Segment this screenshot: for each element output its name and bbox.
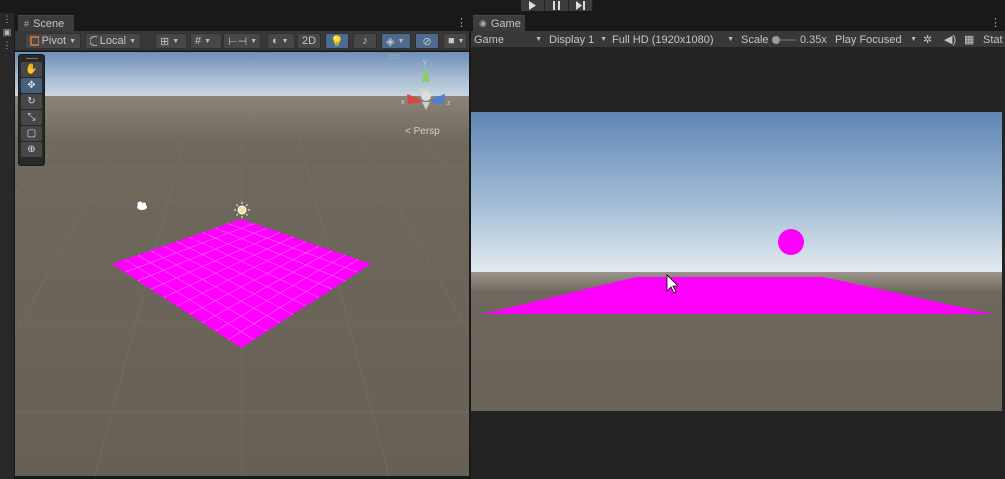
step-button[interactable] [569, 0, 593, 11]
scene-tools-overlay: ✋ ✥ ↻ ⤡ ▢ ⊕ [18, 54, 45, 166]
scale-label: Scale [741, 33, 769, 46]
rotate-tool-button[interactable]: ↻ [21, 94, 42, 109]
gizmo-x-label: x [401, 99, 405, 106]
layers-icon: ◈ [386, 35, 395, 48]
scale-tool-button[interactable]: ⤡ [21, 110, 42, 125]
play-icon [529, 1, 536, 10]
grid-icon: # [24, 18, 30, 29]
mode-2d-button[interactable]: 2D [297, 33, 321, 49]
tab-scene[interactable]: # Scene [18, 15, 74, 31]
scene-render: y x z [15, 52, 469, 476]
gamepad-icon: ◉ [479, 18, 487, 28]
audio-toggle[interactable]: ♪ [353, 33, 377, 49]
keyboard-icon[interactable]: ▦ [964, 32, 974, 47]
kebab-icon[interactable]: ⋮ [0, 13, 14, 26]
game-mode-dropdown[interactable]: Game ▼ [474, 32, 542, 47]
local-dropdown[interactable]: Local ▼ [85, 33, 141, 49]
visibility-toggle[interactable]: ⊘ [415, 33, 439, 49]
tab-game-label: Game [490, 17, 521, 30]
game-toolbar: Game ▼ Display 1 ▼ Full HD (1920x1080) ▼ Sc… [471, 31, 1005, 47]
tools-drag-handle[interactable] [19, 55, 44, 61]
hand-tool-button[interactable]: ✋ [21, 62, 42, 77]
cube-icon [90, 36, 97, 46]
pause-button[interactable] [545, 0, 569, 11]
display-dropdown[interactable]: Display 1 ▼ [549, 32, 607, 47]
lightbulb-icon: 💡 [330, 35, 344, 48]
pivot-label: Pivot [41, 35, 67, 47]
game-render [471, 112, 1002, 411]
local-label: Local [99, 35, 127, 47]
snap-icon: ⊢⊣ [228, 35, 248, 48]
left-dock-strip: ⋮ ▣ ⋮ [0, 13, 14, 479]
camera-dropdown[interactable]: ■ ▼ [443, 33, 467, 49]
window-icon[interactable]: ▣ [0, 26, 14, 39]
scale-slider-thumb[interactable] [772, 35, 780, 44]
play-controls [521, 0, 593, 11]
game-sky [471, 112, 1002, 277]
grid-snap-button[interactable]: ⊞ ▼ [155, 33, 187, 49]
scene-menu-icon[interactable]: ⋮ [456, 16, 467, 29]
stats-button[interactable]: Stat [983, 32, 1003, 47]
scene-viewport[interactable]: y x z [15, 52, 469, 476]
move-tool-button[interactable]: ✥ [21, 78, 42, 93]
play-button[interactable] [521, 0, 545, 11]
increment-snap-button[interactable]: # ▼ [190, 33, 222, 49]
mode-2d-label: 2D [301, 35, 317, 47]
step-icon [576, 1, 585, 10]
scene-tab-bar: # Scene [15, 13, 469, 31]
tab-game[interactable]: ◉ Game [473, 15, 525, 31]
display-label: Display 1 [549, 33, 595, 46]
game-menu-icon[interactable]: ⋮ [990, 16, 1001, 29]
grid-icon: # [195, 35, 202, 47]
scale-value: 0.35x [800, 33, 827, 46]
rect-icon: ▢ [26, 128, 37, 139]
speaker-icon[interactable]: ◀) [944, 32, 956, 47]
game-tab-bar: ◉ Game [471, 13, 1005, 31]
transform-tool-button[interactable]: ⊕ [21, 142, 42, 157]
pause-icon [553, 1, 560, 10]
top-bar [0, 0, 1005, 13]
gizmo-z-label: z [447, 100, 451, 107]
bug-icon[interactable]: ✲ [923, 32, 932, 47]
game-mode-label: Game [474, 33, 504, 46]
move-icon: ✥ [27, 80, 36, 91]
play-focus-label: Play Focused [835, 33, 902, 46]
rotate-icon: ↻ [27, 96, 36, 107]
play-focus-dropdown[interactable]: Play Focused ▼ [835, 32, 917, 47]
persp-toggle[interactable]: < Persp [405, 126, 440, 137]
game-sphere [778, 229, 804, 255]
transform-icon: ⊕ [27, 144, 36, 155]
grid-snap-icon: ⊞ [160, 35, 170, 48]
resolution-dropdown[interactable]: Full HD (1920x1080) ▼ [612, 32, 734, 47]
tab-scene-label: Scene [33, 17, 65, 30]
pivot-icon [30, 36, 39, 46]
game-canvas[interactable] [471, 112, 1002, 411]
resolution-label: Full HD (1920x1080) [612, 33, 714, 46]
sphere-icon: ◐ [272, 35, 279, 47]
rect-tool-button[interactable]: ▢ [21, 126, 42, 141]
pivot-dropdown[interactable]: Pivot ▼ [25, 33, 81, 49]
camera-icon: ■ [448, 35, 455, 47]
scene-sky [15, 52, 469, 100]
audio-icon: ♪ [362, 35, 368, 47]
kebab-icon[interactable]: ⋮ [0, 39, 14, 52]
shading-mode-button[interactable]: ◐ ▼ [267, 33, 295, 49]
scene-toolbar: Pivot ▼ Local ▼ ⊞ ▼ # ▼ ⊢⊣ ▼ ◐ ▼ 2D 💡 ♪ ◈ ▼ ⊘ ■… [15, 31, 469, 51]
scale-icon: ⤡ [27, 112, 36, 123]
scale-slider[interactable] [772, 32, 796, 47]
eye-slash-icon: ⊘ [422, 35, 432, 48]
effects-toggle[interactable]: ◈ ▼ [381, 33, 411, 49]
lighting-toggle[interactable]: 💡 [325, 33, 349, 49]
hand-icon: ✋ [25, 64, 38, 75]
snap-settings-button[interactable]: ⊢⊣ ▼ [223, 33, 261, 49]
gizmo-y-label: y [423, 59, 427, 66]
